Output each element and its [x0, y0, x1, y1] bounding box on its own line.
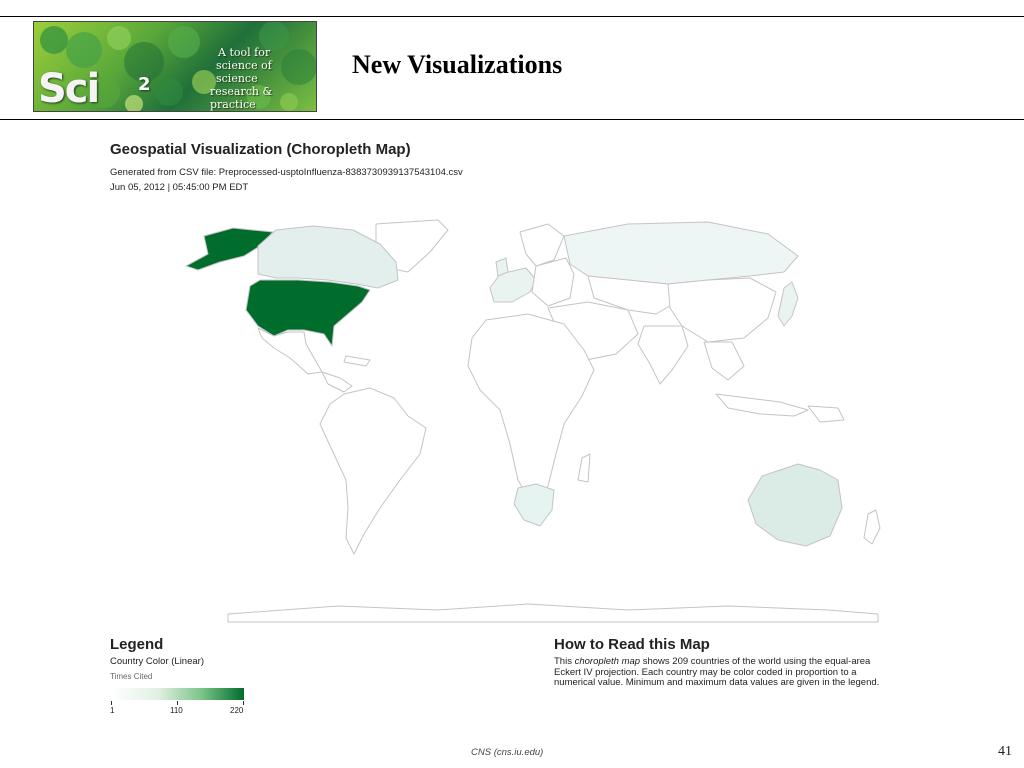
region-southeast-asia: [703, 341, 745, 381]
logo-wordmark: Sci: [38, 66, 100, 112]
timestamp-line: Jun 05, 2012 | 05:45:00 PM EDT: [110, 182, 249, 193]
how-to-read-body: This choropleth map shows 209 countries …: [554, 656, 894, 689]
logo-tagline: A tool for science of science research &…: [210, 46, 316, 111]
country-new-zealand: [863, 509, 881, 545]
region-africa: [467, 313, 595, 509]
region-western-europe: [489, 267, 537, 303]
legend-title: Legend: [110, 636, 164, 653]
region-south-america: [319, 387, 427, 555]
region-caribbean: [343, 355, 371, 367]
header-rule: [0, 119, 1024, 120]
country-japan: [777, 281, 799, 327]
source-file-line: Generated from CSV file: Preprocessed-us…: [110, 167, 463, 178]
logo-superscript: 2: [138, 74, 151, 95]
legend-tick-label: 110: [170, 706, 183, 715]
how-to-read-title: How to Read this Map: [554, 636, 710, 653]
legend-tick-mark: [177, 701, 178, 705]
region-antarctica: [227, 603, 879, 623]
country-mexico: [257, 327, 323, 375]
legend-tick-mark: [243, 701, 244, 705]
country-australia: [747, 463, 843, 547]
legend-tick-mark: [111, 701, 112, 705]
page-number: 41: [998, 744, 1012, 759]
region-scandinavia: [519, 223, 565, 267]
slide-title: New Visualizations: [352, 50, 563, 79]
top-rule: [0, 16, 1024, 17]
country-madagascar: [577, 453, 591, 483]
sci2-logo: Sci 2 A tool for science of science rese…: [33, 21, 317, 112]
how-to-read-text: This: [554, 656, 575, 667]
region-central-america: [321, 371, 353, 393]
legend-tick-label: 220: [230, 706, 244, 715]
country-india: [637, 325, 689, 385]
region-eastern-europe: [531, 257, 575, 307]
world-choropleth-map: [185, 219, 881, 623]
region-indonesia: [715, 393, 809, 417]
how-to-read-emphasis: choropleth map: [574, 656, 641, 667]
footer-source: CNS (cns.iu.edu): [471, 747, 544, 758]
legend-tick-label: 1: [110, 706, 115, 715]
visualization-title: Geospatial Visualization (Choropleth Map…: [110, 141, 411, 158]
country-new-guinea: [807, 405, 845, 423]
country-south-africa: [513, 483, 555, 527]
logo-tagline-line: science of science: [216, 59, 272, 85]
logo-tagline-line: research & practice: [210, 85, 273, 111]
legend-field-label: Times Cited: [110, 672, 153, 681]
legend-color-ramp: [111, 688, 244, 700]
country-russia: [563, 221, 799, 285]
legend-subtitle: Country Color (Linear): [110, 656, 204, 667]
logo-tagline-line: A tool for: [218, 46, 271, 59]
